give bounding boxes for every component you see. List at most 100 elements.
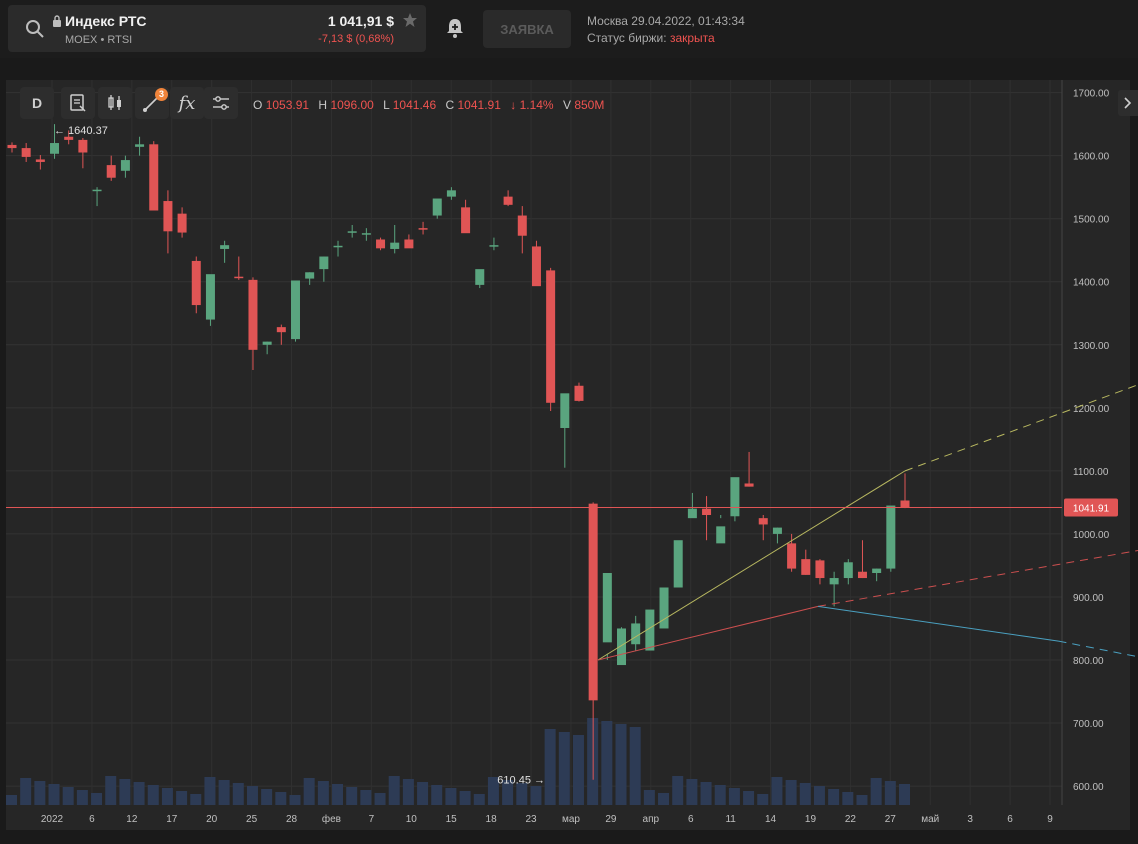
candle-body bbox=[574, 385, 584, 401]
candle-body bbox=[772, 527, 782, 534]
volume-bar bbox=[799, 783, 811, 805]
settings-sliders-icon bbox=[213, 96, 229, 110]
volume-bar bbox=[232, 783, 244, 805]
y-tick-label: 1400.00 bbox=[1073, 278, 1110, 289]
volume-bar bbox=[473, 794, 485, 805]
volume-bar bbox=[572, 735, 584, 805]
candle-body bbox=[35, 159, 45, 162]
collapse-panel-button[interactable] bbox=[1118, 90, 1138, 116]
trend-line-extension bbox=[904, 384, 1138, 472]
volume-bar bbox=[544, 729, 556, 805]
volume-bar bbox=[176, 791, 188, 805]
candle-body bbox=[588, 503, 598, 701]
candle-body bbox=[489, 245, 499, 247]
volume-bar bbox=[48, 784, 60, 805]
candle-body bbox=[319, 256, 329, 270]
candle-body bbox=[673, 540, 683, 588]
notes-icon bbox=[70, 94, 86, 112]
candle-body bbox=[290, 280, 300, 340]
candle-body bbox=[801, 559, 811, 575]
ohlc-high: 1096.00 bbox=[330, 98, 374, 112]
volume-bar bbox=[899, 784, 910, 805]
x-tick-label: май bbox=[921, 814, 939, 825]
x-tick-label: 23 bbox=[525, 814, 537, 825]
volume-bar bbox=[417, 782, 429, 805]
volume-bar bbox=[20, 778, 32, 805]
volume-bar bbox=[346, 787, 358, 805]
trend-line bbox=[597, 605, 819, 661]
x-tick-label: фев bbox=[322, 813, 341, 825]
volume-bar bbox=[204, 777, 216, 805]
candle-body bbox=[758, 518, 768, 525]
trend-line bbox=[597, 470, 906, 661]
volume-bar bbox=[615, 724, 627, 805]
last-price-label: 1041.91 bbox=[1073, 503, 1110, 514]
price-chart[interactable]: 1700.00 1600.00 1500.00 1400.00 1300.00 1200.… bbox=[0, 0, 1138, 844]
x-tick-label: 6 bbox=[1007, 814, 1013, 825]
volume-bar bbox=[246, 786, 258, 805]
volume-bar bbox=[601, 721, 613, 805]
candle-body bbox=[390, 242, 400, 249]
volume-bar bbox=[360, 790, 372, 805]
y-tick-label: 1100.00 bbox=[1073, 467, 1109, 478]
notes-button[interactable] bbox=[61, 87, 95, 119]
y-tick-label: 1500.00 bbox=[1073, 215, 1110, 226]
interval-button[interactable]: D bbox=[20, 87, 54, 119]
volume-bar bbox=[161, 788, 173, 805]
volume-bar bbox=[317, 781, 329, 805]
x-tick-label: 19 bbox=[805, 814, 817, 825]
candle-body bbox=[50, 143, 60, 154]
volume-bar bbox=[303, 778, 315, 805]
volume-bar bbox=[105, 776, 117, 805]
volume-bar bbox=[728, 788, 740, 805]
x-tick-label: 17 bbox=[166, 814, 178, 825]
candle-body bbox=[687, 508, 697, 519]
candle-body bbox=[276, 327, 286, 333]
max-price-annotation: ← 1640.37 bbox=[54, 125, 108, 137]
settings-button[interactable] bbox=[204, 87, 238, 119]
x-tick-label: 11 bbox=[725, 814, 736, 825]
volume-bar bbox=[332, 784, 344, 805]
candle-body bbox=[149, 144, 159, 211]
candle-body bbox=[21, 148, 31, 157]
candle-body bbox=[205, 274, 215, 320]
x-tick-label: 20 bbox=[206, 814, 218, 825]
ohlc-volume: 850M bbox=[574, 98, 605, 112]
volume-bar bbox=[828, 789, 840, 805]
candle-body bbox=[446, 190, 456, 197]
candle-body bbox=[702, 508, 712, 515]
candle-body bbox=[787, 543, 797, 569]
volume-bar bbox=[147, 785, 159, 805]
volume-bar bbox=[289, 795, 301, 805]
volume-bar bbox=[700, 782, 712, 805]
y-tick-label: 1600.00 bbox=[1073, 152, 1110, 163]
candle-body bbox=[631, 623, 641, 645]
candle-body bbox=[716, 526, 726, 544]
indicators-button[interactable]: fx bbox=[170, 87, 204, 119]
drawing-tools-button[interactable]: 3 bbox=[135, 87, 169, 119]
volume-bar bbox=[643, 790, 655, 805]
x-tick-label: 22 bbox=[845, 814, 857, 825]
candle-body bbox=[135, 144, 145, 147]
candle-body bbox=[191, 260, 201, 306]
volume-bar bbox=[388, 776, 400, 805]
volume-bar bbox=[884, 781, 896, 805]
y-tick-label: 800.00 bbox=[1073, 656, 1104, 667]
candles-button[interactable] bbox=[98, 87, 132, 119]
x-tick-label: 10 bbox=[406, 814, 418, 825]
x-tick-label: 6 bbox=[688, 814, 694, 825]
candle-body bbox=[475, 269, 485, 285]
volume-bar bbox=[743, 791, 755, 805]
candle-body bbox=[730, 477, 740, 517]
candle-body bbox=[872, 568, 882, 573]
y-tick-label: 700.00 bbox=[1073, 719, 1104, 730]
x-tick-label: 28 bbox=[286, 814, 298, 825]
volume-bar bbox=[672, 776, 684, 805]
candle-body bbox=[177, 213, 187, 233]
x-tick-label: мар bbox=[562, 814, 580, 825]
volume-bar bbox=[558, 732, 570, 805]
candle-body bbox=[78, 139, 88, 153]
volume-bar bbox=[771, 777, 783, 805]
volume-bar bbox=[870, 778, 882, 805]
volume-bar bbox=[34, 781, 46, 805]
